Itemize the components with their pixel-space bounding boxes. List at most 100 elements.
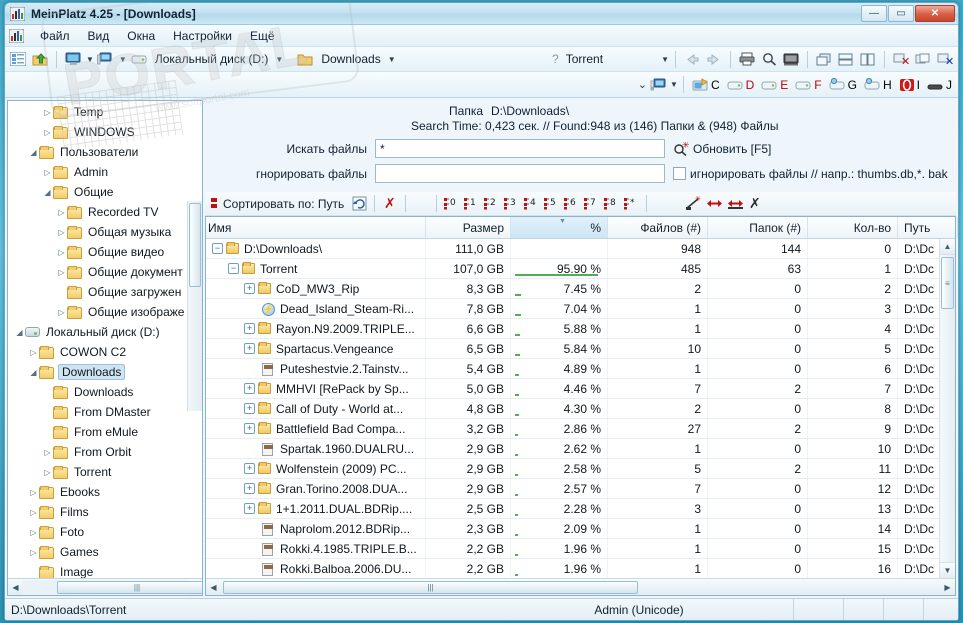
tree-item[interactable]: ▷Общие изображе bbox=[8, 302, 202, 322]
tree-expand-icon[interactable]: ▷ bbox=[28, 347, 39, 358]
fit-columns-icon[interactable] bbox=[725, 194, 745, 214]
folder-label[interactable]: Downloads bbox=[317, 52, 384, 66]
tree-expand-icon[interactable]: ▷ bbox=[42, 447, 53, 458]
row-expand-icon[interactable]: + bbox=[244, 483, 255, 494]
drive-item-j[interactable]: J bbox=[924, 78, 955, 92]
refresh-sort-icon[interactable] bbox=[349, 194, 369, 214]
row-collapse-icon[interactable]: − bbox=[212, 243, 223, 254]
table-row[interactable]: Puteshestvie.2.Tainstv...5,4 GB4.89 %106… bbox=[206, 359, 955, 379]
forward-icon[interactable] bbox=[704, 49, 724, 69]
menu-item-view[interactable]: Вид bbox=[80, 27, 118, 45]
drive-item-i[interactable]: I bbox=[896, 78, 923, 92]
computer-caret-icon[interactable]: ▼ bbox=[86, 55, 94, 64]
menu-item-more[interactable]: Ещё bbox=[242, 27, 283, 45]
tree-hscroll-track[interactable]: ||| bbox=[23, 580, 187, 595]
column-header-count[interactable]: Кол-во bbox=[808, 217, 898, 238]
row-expand-icon[interactable]: + bbox=[244, 503, 255, 514]
tree-collapse-icon[interactable]: ◢ bbox=[14, 327, 25, 338]
grid-vertical-scrollbar[interactable]: ▲ ≡ ▼ bbox=[939, 239, 955, 578]
local-disk-label[interactable]: Локальный диск (D:) bbox=[151, 52, 273, 66]
tree-expand-icon[interactable]: ▷ bbox=[56, 227, 67, 238]
menu-item-file[interactable]: Файл bbox=[32, 27, 78, 45]
grid-body[interactable]: −D:\Downloads\111,0 GB9481440D:\Dc−Torre… bbox=[206, 239, 955, 578]
tree-level-button-*[interactable]: * bbox=[622, 194, 641, 213]
tree-item[interactable]: ▷Foto bbox=[8, 522, 202, 542]
tree-expand-icon[interactable]: ▷ bbox=[28, 487, 39, 498]
table-row[interactable]: +CoD_MW3_Rip8,3 GB7.45 %202D:\Dc bbox=[206, 279, 955, 299]
clear-sort-icon[interactable]: ✗ bbox=[380, 194, 400, 214]
tree-level-button-3[interactable]: 3 bbox=[502, 194, 521, 213]
tree-scroll-thumb[interactable] bbox=[189, 203, 201, 287]
overflow-chevron-icon[interactable]: ⌄ bbox=[638, 78, 647, 91]
close-button[interactable]: ✕ bbox=[915, 5, 955, 22]
list-view-icon[interactable] bbox=[8, 49, 28, 69]
tree-collapse-icon[interactable]: ◢ bbox=[28, 147, 39, 158]
tree-expand-icon[interactable]: ▷ bbox=[42, 467, 53, 478]
tree-item[interactable]: Image bbox=[8, 562, 202, 578]
drive-caret-icon[interactable]: ▼ bbox=[119, 55, 127, 64]
tree-item[interactable]: ▷Torrent bbox=[8, 462, 202, 482]
cascade-windows-icon[interactable] bbox=[814, 49, 834, 69]
table-row[interactable]: Rokki.Balboa.2006.DU...2,2 GB1.96 %1016D… bbox=[206, 559, 955, 578]
torrent-combo[interactable]: ? Torrent ▼ bbox=[549, 52, 669, 66]
row-collapse-icon[interactable]: − bbox=[228, 263, 239, 274]
tree-expand-icon[interactable]: ▷ bbox=[28, 527, 39, 538]
grid-scroll-up-icon[interactable]: ▲ bbox=[940, 239, 955, 255]
drive-item-g[interactable]: G bbox=[826, 78, 860, 92]
tree-horizontal-scrollbar[interactable]: ◀ ||| ▶ bbox=[8, 578, 202, 595]
tree-item[interactable]: ▷Admin bbox=[8, 162, 202, 182]
screen-icon[interactable] bbox=[781, 49, 801, 69]
local-disk-caret-icon[interactable]: ▼ bbox=[275, 55, 283, 64]
maximize-button[interactable]: ▭ bbox=[888, 5, 914, 22]
tree-level-button-5[interactable]: 5 bbox=[542, 194, 561, 213]
tree-item[interactable]: ▷Recorded TV bbox=[8, 202, 202, 222]
column-header-percent[interactable]: ▼ % bbox=[511, 217, 608, 238]
column-header-name[interactable]: Имя bbox=[206, 217, 426, 238]
tree-expand-icon[interactable]: ▷ bbox=[42, 167, 53, 178]
tree-item[interactable]: ▷WINDOWS bbox=[8, 122, 202, 142]
tree-expand-icon[interactable]: ▷ bbox=[56, 207, 67, 218]
table-row[interactable]: Spartak.1960.DUALRU...2,9 GB2.62 %1010D:… bbox=[206, 439, 955, 459]
tree-expand-icon[interactable]: ▷ bbox=[56, 247, 67, 258]
tree-item[interactable]: ▷Общие документ bbox=[8, 262, 202, 282]
tree-item[interactable]: ▷Games bbox=[8, 542, 202, 562]
grid-hscroll-thumb[interactable]: ||| bbox=[223, 581, 638, 594]
tree-item[interactable]: ◢Downloads bbox=[8, 362, 202, 382]
tree-expand-icon[interactable]: ▷ bbox=[56, 267, 67, 278]
drive-select-icon[interactable] bbox=[96, 49, 116, 69]
tree-item[interactable]: Общие загружен bbox=[8, 282, 202, 302]
column-header-dirs[interactable]: Папок (#) bbox=[708, 217, 808, 238]
table-row[interactable]: Rokki.4.1985.TRIPLE.B...2,2 GB1.96 %1015… bbox=[206, 539, 955, 559]
status-resize-grip[interactable] bbox=[923, 599, 958, 620]
drive-item-d[interactable]: D bbox=[724, 78, 758, 92]
table-row[interactable]: +Wolfenstein (2009) PC...2,9 GB2.58 %521… bbox=[206, 459, 955, 479]
table-row[interactable]: Naprolom.2012.BDRip...2,3 GB2.09 %1014D:… bbox=[206, 519, 955, 539]
tree-expand-icon[interactable]: ▷ bbox=[56, 307, 67, 318]
folder-caret-icon[interactable]: ▼ bbox=[388, 55, 396, 64]
menu-item-windows[interactable]: Окна bbox=[119, 27, 163, 45]
auto-size-columns-icon[interactable]: ✳ bbox=[683, 194, 703, 214]
up-folder-icon[interactable] bbox=[30, 49, 50, 69]
tree-item[interactable]: ▷COWON C2 bbox=[8, 342, 202, 362]
torrent-caret-icon[interactable]: ▼ bbox=[661, 55, 669, 64]
tree-item[interactable]: ▷Temp bbox=[8, 102, 202, 122]
row-expand-icon[interactable]: + bbox=[244, 323, 255, 334]
tree-hscroll-thumb[interactable]: ||| bbox=[57, 581, 203, 594]
refresh-group[interactable]: ✳ Обновить [F5] bbox=[673, 142, 771, 156]
refresh-label[interactable]: Обновить [F5] bbox=[693, 142, 771, 156]
search-files-input[interactable] bbox=[375, 139, 665, 158]
menu-item-settings[interactable]: Настройки bbox=[165, 27, 240, 45]
row-expand-icon[interactable]: + bbox=[244, 283, 255, 294]
tree-collapse-icon[interactable]: ◢ bbox=[42, 187, 53, 198]
tree-expand-icon[interactable]: ▷ bbox=[42, 127, 53, 138]
table-row[interactable]: +Spartacus.Vengeance6,5 GB5.84 %1005D:\D… bbox=[206, 339, 955, 359]
column-header-size[interactable]: Размер bbox=[426, 217, 511, 238]
tree-item[interactable]: From DMaster bbox=[8, 402, 202, 422]
tree-level-button-4[interactable]: 4 bbox=[522, 194, 541, 213]
column-header-files[interactable]: Файлов (#) bbox=[608, 217, 708, 238]
reset-columns-icon[interactable]: ✗ bbox=[746, 194, 766, 214]
close-all-windows-icon[interactable]: ✕ bbox=[935, 49, 955, 69]
tree-vertical-scrollbar[interactable] bbox=[187, 201, 202, 411]
tree-item[interactable]: ▷From Orbit bbox=[8, 442, 202, 462]
table-row[interactable]: +Battlefield Bad Compa...3,2 GB2.86 %272… bbox=[206, 419, 955, 439]
